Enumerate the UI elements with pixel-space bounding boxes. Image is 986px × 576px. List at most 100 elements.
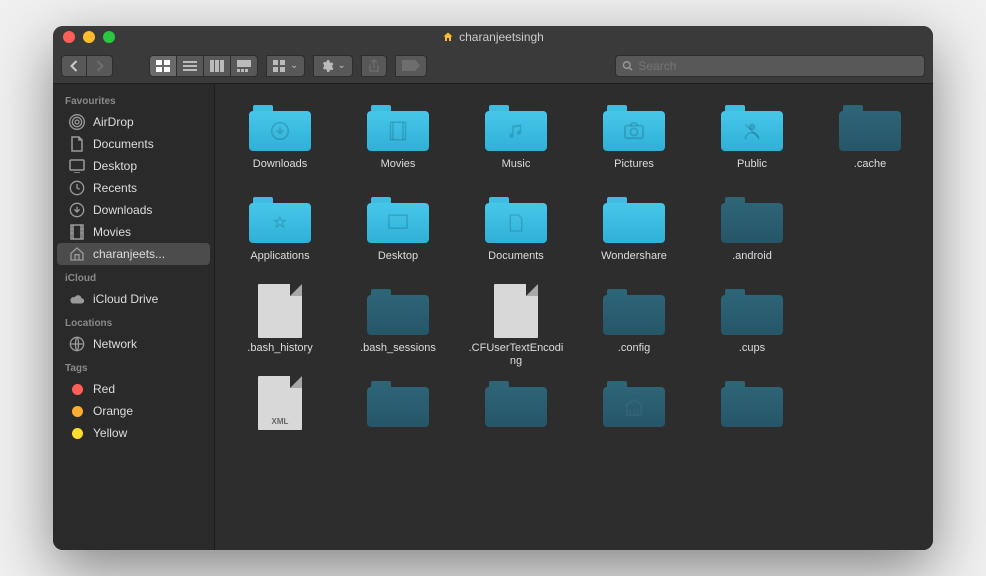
minimize-button[interactable] <box>83 31 95 43</box>
sidebar-item-airdrop[interactable]: AirDrop <box>57 111 210 133</box>
arrange-button[interactable]: ⌄ <box>266 55 305 77</box>
finder-window: charanjeetsingh ⌄ ⌄ <box>53 26 933 550</box>
sidebar-item-label: Yellow <box>93 426 127 440</box>
sidebar-item-red[interactable]: Red <box>57 378 210 400</box>
folder-icon <box>367 103 429 151</box>
grid-item[interactable]: Pictures <box>575 98 693 184</box>
folder-icon <box>721 379 783 427</box>
item-label: .android <box>732 250 772 276</box>
tags-button[interactable] <box>395 55 427 77</box>
folder-icon <box>249 195 311 243</box>
grid-item[interactable]: .bash_history <box>221 282 339 368</box>
folder-icon <box>603 103 665 151</box>
sidebar-item-label: Movies <box>93 225 131 239</box>
movies-icon <box>69 224 85 240</box>
maximize-button[interactable] <box>103 31 115 43</box>
sidebar-item-label: iCloud Drive <box>93 292 158 306</box>
view-gallery-button[interactable] <box>231 55 258 77</box>
sidebar-item-label: charanjeets... <box>93 247 165 261</box>
main-content[interactable]: Downloads MoviesMusic Pictures Public.cache… <box>215 84 933 550</box>
recents-icon <box>69 180 85 196</box>
sidebar-item-yellow[interactable]: Yellow <box>57 422 210 444</box>
folder-icon <box>367 379 429 427</box>
sidebar-item-label: Downloads <box>93 203 152 217</box>
grid-item[interactable]: .CFUserTextEncoding <box>457 282 575 368</box>
sidebar: FavouritesAirDrop Documents Desktop Recents… <box>53 84 215 550</box>
sidebar-item-downloads[interactable]: Downloads <box>57 199 210 221</box>
item-label: .bash_sessions <box>360 342 436 368</box>
folder-icon <box>249 103 311 151</box>
cloud-icon <box>69 291 85 307</box>
view-mode-segmented[interactable] <box>149 55 258 77</box>
grid-item[interactable]: XML <box>221 374 339 460</box>
grid-item[interactable]: .config <box>575 282 693 368</box>
item-label: Pictures <box>614 158 654 184</box>
grid-item[interactable] <box>693 374 811 460</box>
item-label: Desktop <box>378 250 418 276</box>
sidebar-item-orange[interactable]: Orange <box>57 400 210 422</box>
item-label: .cups <box>739 342 765 368</box>
item-label: .CFUserTextEncoding <box>466 342 566 368</box>
sidebar-header: Favourites <box>53 88 214 111</box>
folder-icon <box>721 195 783 243</box>
item-label: Applications <box>250 250 309 276</box>
sidebar-header: Locations <box>53 310 214 333</box>
search-icon <box>622 60 633 72</box>
tag-icon <box>69 381 85 397</box>
view-columns-button[interactable] <box>204 55 231 77</box>
sidebar-item-charanjeets-[interactable]: charanjeets... <box>57 243 210 265</box>
grid-item[interactable]: Downloads <box>221 98 339 184</box>
close-button[interactable] <box>63 31 75 43</box>
grid-item[interactable]: .cups <box>693 282 811 368</box>
grid-item[interactable]: Wondershare <box>575 190 693 276</box>
home-icon <box>442 31 454 43</box>
toolbar: ⌄ ⌄ <box>53 48 933 84</box>
item-label: .config <box>618 342 650 368</box>
document-icon: XML <box>258 376 302 430</box>
gear-icon <box>320 59 334 73</box>
grid-item[interactable]: Documents <box>457 190 575 276</box>
grid-item[interactable]: Music <box>457 98 575 184</box>
sidebar-item-label: Desktop <box>93 159 137 173</box>
sidebar-item-movies[interactable]: Movies <box>57 221 210 243</box>
search-field[interactable] <box>615 55 925 77</box>
back-button[interactable] <box>61 55 87 77</box>
folder-icon <box>603 379 665 427</box>
grid-item[interactable] <box>575 374 693 460</box>
tag-icon <box>69 425 85 441</box>
window-title: charanjeetsingh <box>459 30 544 44</box>
grid-item[interactable]: .bash_sessions <box>339 282 457 368</box>
grid-item[interactable] <box>339 374 457 460</box>
sidebar-item-documents[interactable]: Documents <box>57 133 210 155</box>
sidebar-item-icloud-drive[interactable]: iCloud Drive <box>57 288 210 310</box>
forward-button[interactable] <box>87 55 113 77</box>
folder-icon <box>485 379 547 427</box>
view-icons-button[interactable] <box>149 55 177 77</box>
item-label: Wondershare <box>601 250 667 276</box>
sidebar-header: Tags <box>53 355 214 378</box>
share-button[interactable] <box>361 55 387 77</box>
folder-icon <box>485 103 547 151</box>
grid-item[interactable]: .android <box>693 190 811 276</box>
download-icon <box>69 202 85 218</box>
sidebar-item-label: Documents <box>93 137 154 151</box>
grid-item[interactable]: Desktop <box>339 190 457 276</box>
sidebar-item-desktop[interactable]: Desktop <box>57 155 210 177</box>
folder-icon <box>367 287 429 335</box>
share-icon <box>368 59 380 73</box>
grid-item[interactable] <box>457 374 575 460</box>
search-input[interactable] <box>638 59 918 73</box>
titlebar[interactable]: charanjeetsingh <box>53 26 933 48</box>
grid-item[interactable]: Public <box>693 98 811 184</box>
grid-item[interactable]: .cache <box>811 98 929 184</box>
view-list-button[interactable] <box>177 55 204 77</box>
sidebar-header: iCloud <box>53 265 214 288</box>
item-label: Documents <box>488 250 544 276</box>
sidebar-item-recents[interactable]: Recents <box>57 177 210 199</box>
grid-item[interactable]: Applications <box>221 190 339 276</box>
sidebar-item-network[interactable]: Network <box>57 333 210 355</box>
grid-item[interactable]: Movies <box>339 98 457 184</box>
item-label: Downloads <box>253 158 307 184</box>
action-button[interactable]: ⌄ <box>313 55 352 77</box>
desktop-icon <box>69 158 85 174</box>
